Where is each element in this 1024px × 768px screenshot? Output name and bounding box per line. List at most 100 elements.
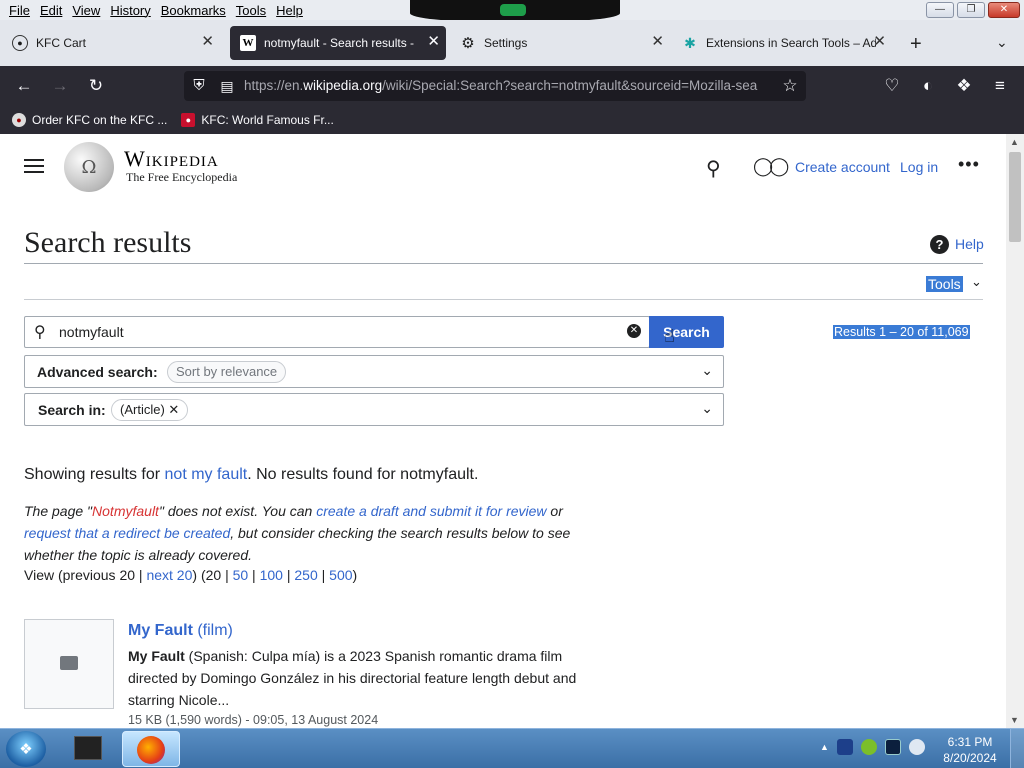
pocket-icon[interactable]: ♡ [881, 76, 903, 96]
search-button[interactable]: Search [649, 316, 724, 348]
limit-100-link[interactable]: 100 [260, 567, 283, 583]
clear-search-icon[interactable]: ✕ [627, 324, 641, 338]
reload-icon[interactable]: ↻ [85, 76, 107, 96]
back-arrow-icon[interactable]: ← [13, 76, 35, 96]
taskbar-app-terminal[interactable] [68, 732, 110, 766]
chevron-down-icon[interactable]: ⌄ [971, 274, 982, 290]
url-text[interactable]: https://en.wikipedia.org/wiki/Special:Se… [244, 78, 772, 93]
close-tab-icon[interactable]: ✕ [651, 34, 664, 50]
page-scrollbar[interactable]: ▲ ▼ [1006, 134, 1024, 728]
article-namespace-chip[interactable]: (Article) ✕ [111, 399, 189, 421]
menu-history[interactable]: History [105, 3, 155, 18]
more-options-icon[interactable]: ••• [958, 154, 980, 175]
close-tab-icon[interactable]: ✕ [873, 34, 886, 50]
help-icon[interactable]: ? [930, 235, 949, 254]
request-redirect-link[interactable]: request that a redirect be created [24, 525, 230, 541]
notice-text: The page " [24, 503, 93, 519]
create-account-link[interactable]: Create account [795, 159, 890, 175]
network-icon[interactable] [908, 739, 925, 755]
tools-dropdown[interactable]: Tools [926, 276, 963, 292]
bookmark-order-kfc[interactable]: ● Order KFC on the KFC ... [12, 113, 167, 127]
tab-extensions[interactable]: ✱ Extensions in Search Tools – Ad ✕ [672, 26, 892, 60]
tab-wikipedia-search[interactable]: W notmyfault - Search results - W ✕ [230, 26, 446, 60]
search-icon[interactable]: ⚲ [706, 156, 721, 181]
new-tab-button[interactable]: + [910, 33, 922, 56]
search-in-label: Search in: [38, 402, 106, 418]
next-20-link[interactable]: next 20 [146, 567, 192, 583]
result-title-link[interactable]: My Fault [128, 622, 193, 639]
url-bar[interactable]: ⛨ ▤ https://en.wikipedia.org/wiki/Specia… [184, 71, 806, 101]
menu-help[interactable]: Help [271, 3, 308, 18]
help-link[interactable]: Help [955, 236, 984, 252]
remove-chip-icon[interactable]: ✕ [168, 402, 179, 417]
security-shield-icon[interactable] [836, 739, 853, 755]
taskbar-clock[interactable]: 6:31 PM 8/20/2024 [940, 734, 1000, 766]
close-window-button[interactable]: ✕ [988, 2, 1020, 18]
page-not-exist-notice: The page "Notmyfault" does not exist. Yo… [24, 500, 594, 566]
bookmark-kfc-world-famous[interactable]: ● KFC: World Famous Fr... [181, 113, 334, 127]
main-menu-icon[interactable] [24, 159, 44, 173]
red-link-notmyfault[interactable]: Notmyfault [92, 503, 159, 519]
show-desktop-button[interactable] [1010, 729, 1024, 768]
close-tab-icon[interactable]: ✕ [201, 34, 214, 50]
search-input-value[interactable]: notmyfault [59, 324, 124, 340]
log-in-link[interactable]: Log in [900, 159, 938, 175]
paging-controls: View (previous 20 | next 20) (20 | 50 | … [24, 567, 357, 583]
chevron-down-icon[interactable]: ⌄ [701, 362, 713, 379]
tab-title: KFC Cart [36, 36, 87, 50]
bookmarks-toolbar: ● Order KFC on the KFC ... ● KFC: World … [0, 106, 1024, 134]
taskbar-app-firefox[interactable] [122, 731, 180, 767]
limit-50-link[interactable]: 50 [233, 567, 249, 583]
display-icon[interactable] [884, 739, 901, 755]
menu-edit[interactable]: Edit [35, 3, 67, 18]
extensions-icon[interactable]: ❖ [953, 76, 975, 96]
taskbar: ❖ ▲ 6:31 PM 8/20/2024 [0, 728, 1024, 768]
chevron-down-icon[interactable]: ⌄ [701, 400, 713, 417]
tab-kfc-cart[interactable]: ● KFC Cart ✕ [2, 26, 220, 60]
start-button[interactable]: ❖ [6, 731, 46, 767]
url-domain: wikipedia.org [303, 78, 383, 93]
scroll-down-icon[interactable]: ▼ [1010, 715, 1019, 725]
update-icon[interactable] [860, 739, 877, 755]
create-draft-link[interactable]: create a draft and submit it for review [316, 503, 546, 519]
limit-500-link[interactable]: 500 [329, 567, 352, 583]
sort-chip[interactable]: Sort by relevance [167, 361, 287, 383]
account-icon[interactable]: ◐ [917, 76, 939, 96]
close-tab-icon[interactable]: ✕ [427, 34, 440, 50]
snippet-text: (Spanish: Culpa mía) is a 2023 Spanish r… [128, 648, 577, 708]
scroll-up-icon[interactable]: ▲ [1010, 137, 1019, 147]
appearance-icon[interactable]: ◯◯ [753, 156, 789, 177]
gear-icon: ⚙ [461, 35, 475, 52]
scrollbar-thumb[interactable] [1009, 152, 1021, 242]
bookmark-star-icon[interactable]: ☆ [779, 76, 801, 96]
tab-title: Settings [484, 36, 528, 50]
did-you-mean-link[interactable]: not my fault [165, 466, 248, 483]
tray-expand-icon[interactable]: ▲ [820, 742, 829, 752]
wikipedia-wordmark[interactable]: Wikipedia [124, 146, 219, 172]
notice-text: " does not exist. You can [158, 503, 317, 519]
search-in-panel[interactable]: Search in: (Article) ✕ ⌄ [24, 393, 724, 426]
puzzle-icon: ✱ [684, 34, 696, 51]
limit-250-link[interactable]: 250 [294, 567, 317, 583]
minimize-button[interactable]: — [926, 2, 954, 18]
hand-cursor-icon: ☝ [664, 326, 675, 346]
menu-tools[interactable]: Tools [231, 3, 271, 18]
page-content: Ω Wikipedia The Free Encyclopedia ⚲ ◯◯ C… [0, 134, 1006, 728]
restore-button[interactable]: ❐ [957, 2, 985, 18]
result-title[interactable]: My Fault (film) [128, 622, 233, 640]
paging-text: View (previous 20 | [24, 567, 147, 583]
menu-file[interactable]: File [4, 3, 35, 18]
title-divider [24, 263, 983, 264]
shield-icon[interactable]: ⛨ [188, 76, 210, 96]
tab-settings[interactable]: ⚙ Settings ✕ [450, 26, 670, 60]
list-all-tabs-button[interactable]: ⌄ [996, 34, 1008, 51]
result-qualifier[interactable]: (film) [197, 622, 233, 639]
forward-arrow-icon[interactable]: → [49, 76, 71, 96]
app-menu-icon[interactable]: ≡ [989, 76, 1011, 96]
paging-separator: | [248, 567, 260, 583]
menu-view[interactable]: View [67, 3, 105, 18]
advanced-search-panel[interactable]: Advanced search: Sort by relevance ⌄ [24, 355, 724, 388]
wikipedia-globe-logo[interactable]: Ω [64, 142, 114, 192]
menu-bookmarks[interactable]: Bookmarks [156, 3, 231, 18]
lock-icon[interactable]: ▤ [216, 76, 238, 96]
